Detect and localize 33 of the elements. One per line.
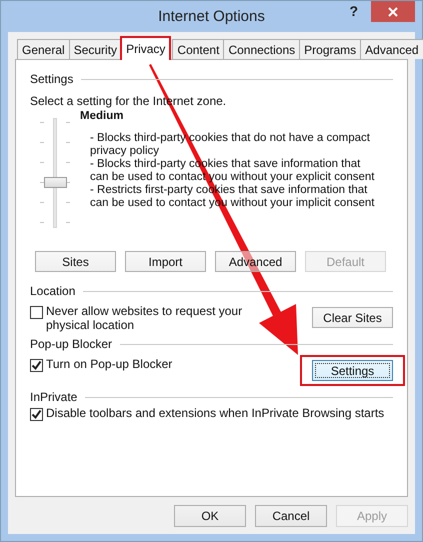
checkbox[interactable] bbox=[30, 306, 43, 319]
check-icon bbox=[31, 360, 42, 371]
section-heading: Settings bbox=[30, 72, 74, 86]
close-button[interactable] bbox=[371, 1, 415, 22]
tab[interactable]: Content bbox=[172, 39, 224, 59]
tab[interactable]: Security bbox=[68, 39, 122, 59]
help-button[interactable]: ? bbox=[345, 3, 362, 19]
section-heading: Pop-up Blocker bbox=[30, 337, 112, 351]
dialog-button[interactable]: Settings bbox=[312, 360, 393, 381]
dialog-button[interactable]: OK bbox=[174, 505, 246, 527]
level-name: Medium bbox=[80, 110, 124, 122]
dialog-button[interactable]: Clear Sites bbox=[312, 307, 393, 328]
window-title: Internet Options bbox=[158, 8, 265, 25]
checkbox[interactable] bbox=[30, 408, 43, 421]
tab[interactable]: Privacy bbox=[120, 36, 172, 60]
dialog-button[interactable]: Import bbox=[125, 251, 206, 272]
tab[interactable]: Programs bbox=[299, 39, 362, 59]
description-text: - Blocks third-party cookies that do not have a compact privacy policy bbox=[90, 132, 371, 158]
dialog-button[interactable]: Advanced bbox=[215, 251, 296, 272]
section-heading: Location bbox=[30, 284, 76, 298]
checkbox-label: Disable toolbars and extensions when InPrivate Browsing starts bbox=[46, 406, 384, 420]
checkbox-label: Never allow websites to request your physical location bbox=[46, 304, 244, 332]
privacy-slider[interactable] bbox=[40, 118, 70, 230]
checkbox[interactable] bbox=[30, 359, 43, 372]
dialog-button[interactable]: Cancel bbox=[255, 505, 327, 527]
close-icon bbox=[388, 6, 398, 16]
tab[interactable]: General bbox=[17, 39, 70, 59]
check-icon bbox=[31, 409, 42, 420]
checkbox-label: Turn on Pop-up Blocker bbox=[46, 357, 174, 371]
tab[interactable]: Advanced bbox=[360, 39, 423, 59]
slider-thumb[interactable] bbox=[44, 177, 67, 188]
dialog-button[interactable]: Sites bbox=[35, 251, 116, 272]
section-heading: InPrivate bbox=[30, 390, 78, 404]
